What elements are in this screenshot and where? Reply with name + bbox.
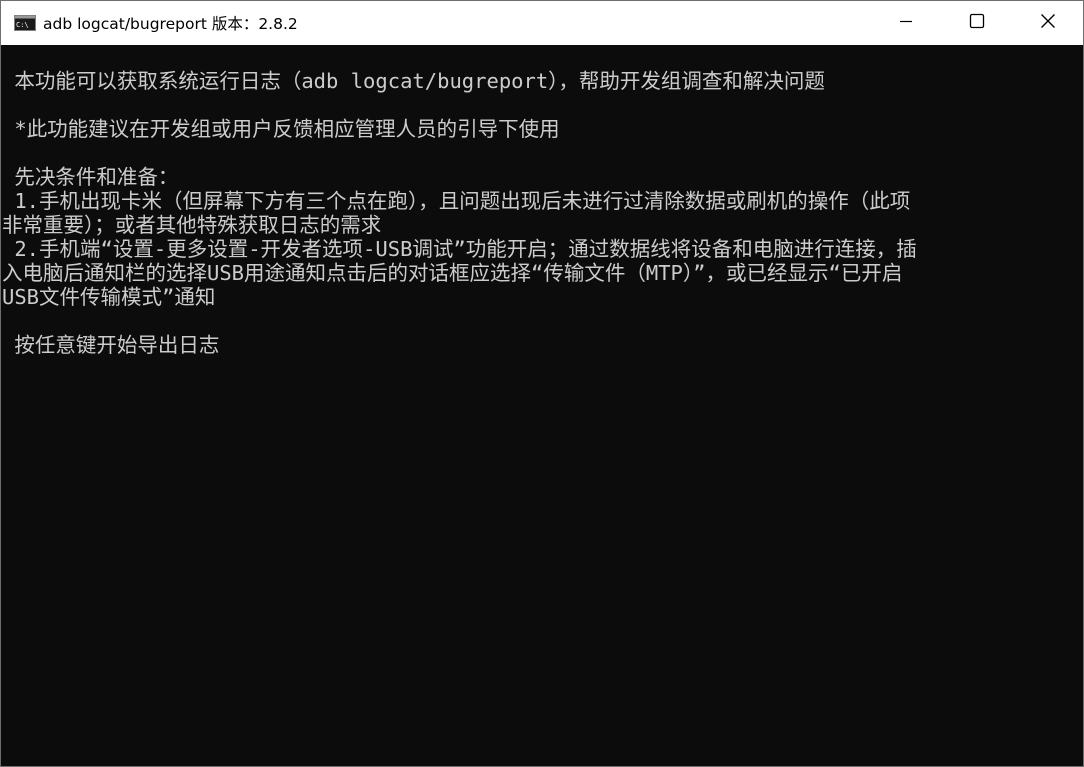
console-line: *此功能建议在开发组或用户反馈相应管理人员的引导下使用 (2, 117, 560, 141)
console-line: USB文件传输模式”通知 (2, 285, 216, 309)
minimize-button[interactable] (870, 1, 941, 45)
console-window: C:\ adb logcat/bugreport 版本：2.8.2 本功能可以获… (0, 0, 1084, 767)
console-output[interactable]: 本功能可以获取系统运行日志（adb logcat/bugreport），帮助开发… (1, 45, 1083, 766)
maximize-button[interactable] (941, 1, 1012, 45)
console-line: 先决条件和准备： (2, 165, 179, 189)
maximize-icon (969, 13, 985, 34)
window-controls (870, 1, 1083, 45)
title-bar[interactable]: C:\ adb logcat/bugreport 版本：2.8.2 (1, 1, 1083, 45)
close-icon (1040, 13, 1056, 34)
console-icon: C:\ (14, 15, 36, 31)
console-line: 本功能可以获取系统运行日志（adb logcat/bugreport），帮助开发… (2, 69, 825, 93)
console-line: 2.手机端“设置-更多设置-开发者选项-USB调试”功能开启；通过数据线将设备和… (2, 237, 917, 261)
close-button[interactable] (1012, 1, 1083, 45)
console-line: 按任意键开始导出日志 (2, 333, 220, 357)
svg-text:C:\: C:\ (16, 21, 29, 29)
console-line: 1.手机出现卡米（但屏幕下方有三个点在跑），且问题出现后未进行过清除数据或刷机的… (2, 189, 911, 213)
window-title: adb logcat/bugreport 版本：2.8.2 (43, 15, 298, 33)
console-line: 非常重要）；或者其他特殊获取日志的需求 (2, 213, 382, 237)
minimize-icon (899, 14, 913, 33)
console-line: 入电脑后通知栏的选择USB用途通知点击后的对话框应选择“传输文件（MTP）”，或… (2, 261, 903, 285)
